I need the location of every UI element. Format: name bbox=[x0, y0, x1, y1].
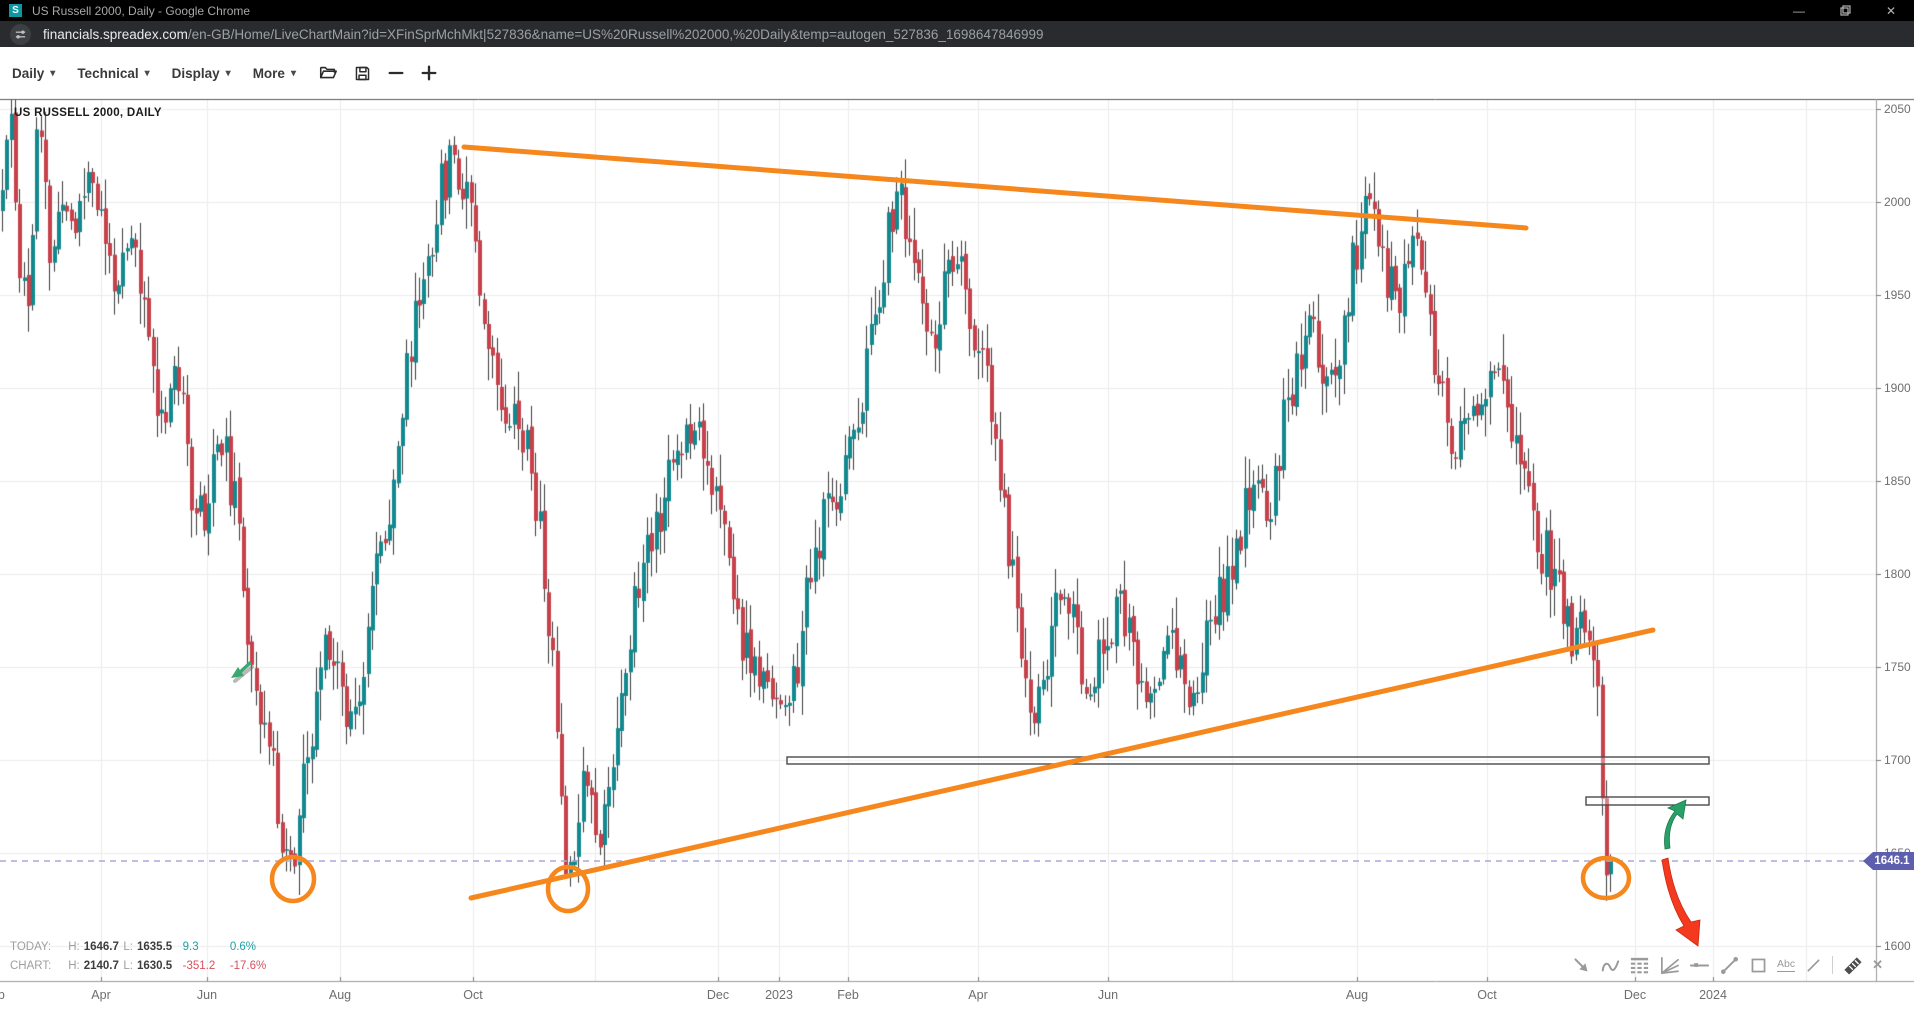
time-tick-label: Aug bbox=[329, 988, 351, 1002]
freehand-curve-icon[interactable] bbox=[1600, 955, 1620, 975]
high-key: H: bbox=[68, 957, 80, 976]
price-tick-label: 1850 bbox=[1884, 474, 1911, 488]
legend-chart-label: CHART: bbox=[10, 957, 65, 976]
price-tick-label: 1950 bbox=[1884, 288, 1911, 302]
ohlc-legend: TODAY: H:1646.7 L:1635.5 9.3 0.6% CHART:… bbox=[10, 938, 266, 976]
text-tool-icon[interactable]: Abc bbox=[1777, 959, 1795, 972]
legend-row-chart: CHART: H:2140.7 L:1630.5 -351.2 -17.6% bbox=[10, 957, 266, 976]
support-line-short[interactable] bbox=[1586, 797, 1709, 805]
time-tick-label: Jun bbox=[1098, 988, 1118, 1002]
high-key: H: bbox=[68, 938, 80, 957]
toolbar-divider bbox=[1832, 956, 1833, 974]
time-tick-label: 2023 bbox=[765, 988, 793, 1002]
time-tick-label: Feb bbox=[837, 988, 859, 1002]
price-tick-label: 2050 bbox=[1884, 102, 1911, 116]
time-tick-label: Apr bbox=[968, 988, 987, 1002]
chart-low: 1630.5 bbox=[137, 957, 172, 976]
pointer-arrow-icon[interactable] bbox=[1572, 956, 1591, 975]
fan-lines-icon[interactable] bbox=[1659, 955, 1680, 976]
price-tick-label: 1600 bbox=[1884, 939, 1911, 953]
time-tick-label: Dec bbox=[707, 988, 729, 1002]
ruler-tool-icon[interactable] bbox=[1842, 955, 1863, 976]
chart-high: 2140.7 bbox=[84, 957, 119, 976]
legend-today-label: TODAY: bbox=[10, 938, 65, 957]
time-tick-label: Oct bbox=[463, 988, 482, 1002]
drawing-toolbar: Abc ✕ bbox=[1572, 950, 1883, 980]
time-tick-label: Oct bbox=[1477, 988, 1496, 1002]
trendline-icon[interactable] bbox=[1719, 955, 1740, 976]
horizontal-line-icon[interactable] bbox=[1689, 955, 1710, 976]
time-tick-label: Feb bbox=[0, 988, 5, 1002]
price-tick-label: 1800 bbox=[1884, 567, 1911, 581]
chart-change: -351.2 bbox=[183, 957, 227, 976]
chart-change-pct: -17.6% bbox=[230, 957, 266, 976]
text-tool-label: Abc bbox=[1777, 959, 1795, 972]
last-price-badge: 1646.1 bbox=[1863, 852, 1914, 870]
candlestick-canvas[interactable] bbox=[0, 0, 1914, 1013]
fib-grid-icon[interactable] bbox=[1629, 955, 1650, 976]
price-tick-label: 1750 bbox=[1884, 660, 1911, 674]
time-tick-label: Apr bbox=[91, 988, 110, 1002]
time-tick-label: 2024 bbox=[1699, 988, 1727, 1002]
clear-drawings-icon[interactable]: ✕ bbox=[1872, 957, 1883, 973]
price-tick-label: 1900 bbox=[1884, 381, 1911, 395]
today-change-pct: 0.6% bbox=[230, 938, 256, 957]
browser-window: S US Russell 2000, Daily - Google Chrome… bbox=[0, 0, 1914, 1013]
low-key: L: bbox=[123, 938, 133, 957]
time-tick-label: Jun bbox=[197, 988, 217, 1002]
today-low: 1635.5 bbox=[137, 938, 172, 957]
time-tick-label: Dec bbox=[1624, 988, 1646, 1002]
price-tick-label: 1700 bbox=[1884, 753, 1911, 767]
today-high: 1646.7 bbox=[84, 938, 119, 957]
support-line-long[interactable] bbox=[787, 757, 1709, 764]
price-tick-label: 2000 bbox=[1884, 195, 1911, 209]
legend-row-today: TODAY: H:1646.7 L:1635.5 9.3 0.6% bbox=[10, 938, 266, 957]
rectangle-tool-icon[interactable] bbox=[1749, 956, 1768, 975]
symbol-title: US RUSSELL 2000, DAILY bbox=[14, 107, 162, 119]
line-tool-icon[interactable] bbox=[1804, 956, 1823, 975]
low-key: L: bbox=[123, 957, 133, 976]
today-change: 9.3 bbox=[183, 938, 227, 957]
time-tick-label: Aug bbox=[1346, 988, 1368, 1002]
